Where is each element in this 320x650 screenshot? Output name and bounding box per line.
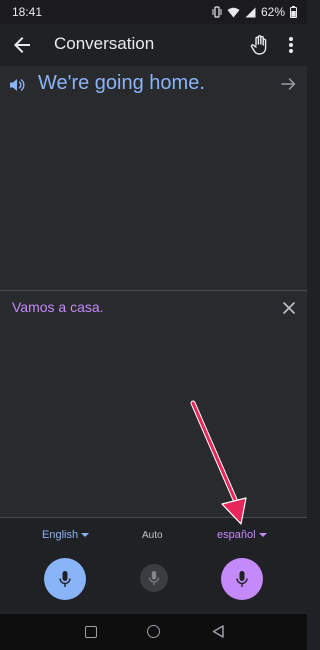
mic-auto-icon (148, 571, 160, 585)
status-icons: 62% (212, 5, 297, 19)
target-text: Vamos a casa. (12, 299, 104, 315)
language-controls: English Auto español (0, 518, 307, 614)
recents-square-icon[interactable] (85, 626, 97, 638)
dropdown-caret-icon (258, 533, 267, 537)
status-bar: 18:41 62% (0, 0, 307, 24)
english-label: English (42, 529, 79, 541)
vibrate-icon (212, 6, 222, 18)
signal-icon (245, 7, 256, 17)
spanish-label: español (217, 529, 256, 541)
spanish-mic-button[interactable] (221, 558, 263, 600)
app-bar: Conversation (0, 24, 307, 66)
close-icon[interactable] (281, 300, 297, 316)
hand-icon[interactable] (248, 33, 272, 57)
wifi-icon (227, 7, 240, 17)
auto-mic-button[interactable] (140, 564, 168, 592)
mic-icon (236, 571, 248, 587)
status-time: 18:41 (12, 5, 43, 19)
english-language-select[interactable]: English (42, 529, 90, 541)
system-nav-bar (0, 614, 307, 650)
home-circle-icon[interactable] (147, 625, 160, 638)
dropdown-caret-icon (81, 533, 90, 537)
page-title: Conversation (54, 34, 155, 53)
arrow-right-icon[interactable] (280, 75, 298, 93)
source-panel: We're going home. (0, 66, 307, 290)
english-mic-button[interactable] (44, 558, 86, 600)
auto-label: Auto (142, 530, 163, 541)
spanish-language-select[interactable]: español (217, 529, 267, 541)
target-panel: Vamos a casa. (0, 291, 307, 517)
speaker-icon[interactable] (8, 76, 26, 94)
battery-percent: 62% (260, 5, 285, 19)
mic-icon (59, 571, 71, 587)
source-text: We're going home. (38, 72, 205, 94)
back-arrow-icon[interactable] (10, 33, 34, 57)
back-triangle-icon[interactable] (212, 625, 224, 638)
more-vert-icon[interactable] (281, 33, 301, 57)
battery-icon (290, 6, 297, 18)
